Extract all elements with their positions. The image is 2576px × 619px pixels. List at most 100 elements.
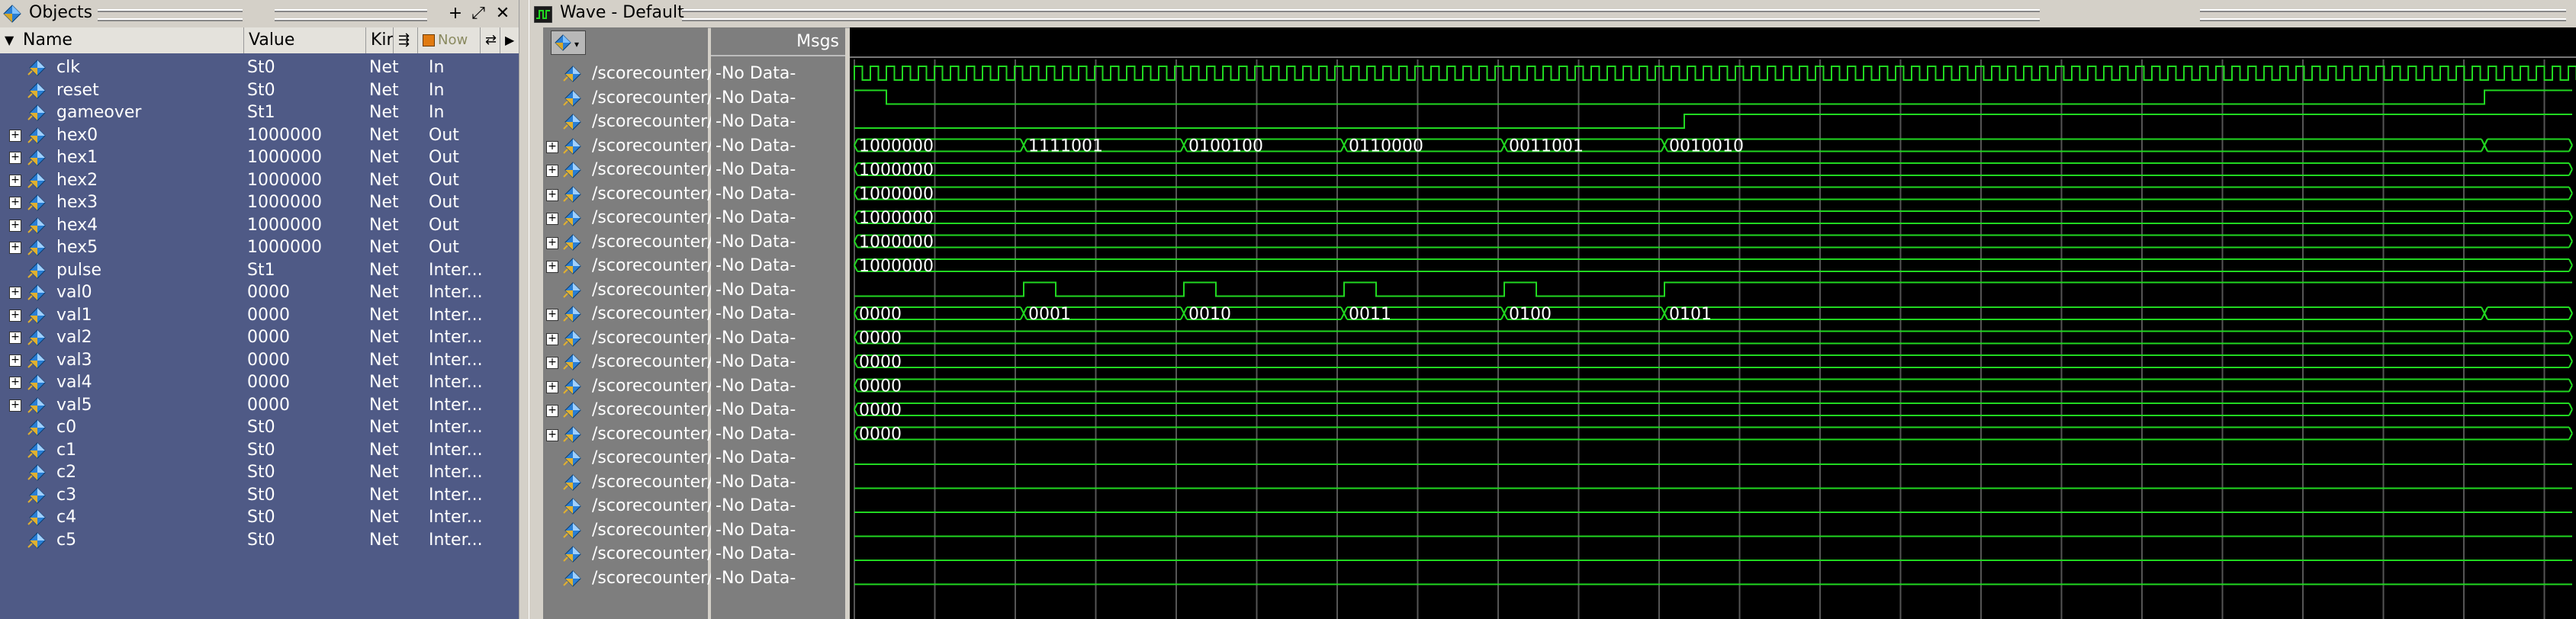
object-row-val1[interactable]: + val1 0000 Net Inter... [0, 304, 519, 326]
wave-signal-row[interactable]: +/scorecounter/h... [543, 182, 740, 206]
object-row-val4[interactable]: + val4 0000 Net Inter... [0, 371, 519, 393]
object-row-clk[interactable]: clk St0 Net In [0, 56, 519, 79]
wave-signal-row[interactable]: +/scorecounter/h... [543, 254, 740, 277]
titlebar-grip-right[interactable] [275, 9, 427, 21]
scroll-right-icon[interactable]: ▶ [500, 27, 519, 53]
expand-icon[interactable]: + [9, 309, 21, 322]
object-row-c1[interactable]: c1 St0 Net Inter... [0, 439, 519, 461]
object-row-c4[interactable]: c4 St0 Net Inter... [0, 506, 519, 528]
expand-icon[interactable]: + [546, 236, 558, 249]
column-name[interactable]: ▼ Name [0, 27, 244, 53]
wave-titlebar-grip-right[interactable] [2200, 9, 2566, 21]
object-row-val2[interactable]: + val2 0000 Net Inter... [0, 326, 519, 348]
objects-pane: Objects + ⤢ ✕ ▼ Name Value Kir ⇶ Now ⇄ ▶… [0, 0, 519, 619]
wave-signal-msg: -No Data- [716, 136, 796, 156]
wave-signal-row[interactable]: /scorecounter/c1 [543, 470, 733, 494]
expand-icon[interactable]: + [546, 380, 558, 393]
object-row-c2[interactable]: c2 St0 Net Inter... [0, 461, 519, 483]
object-row-hex4[interactable]: + hex4 1000000 Net Out [0, 214, 519, 236]
expand-icon[interactable]: + [546, 357, 558, 369]
expand-icon[interactable]: + [9, 129, 21, 142]
wave-signal-row[interactable]: +/scorecounter/v... [543, 374, 738, 398]
object-mode: Inter... [429, 440, 483, 460]
expand-icon[interactable]: + [546, 428, 558, 441]
add-button[interactable]: + [445, 5, 465, 23]
wave-signal-row[interactable]: +/scorecounter/v... [543, 326, 738, 350]
expand-icon[interactable]: + [9, 377, 21, 389]
object-row-c0[interactable]: c0 St0 Net Inter... [0, 416, 519, 438]
filter-now-button[interactable]: Now [418, 27, 481, 53]
column-value[interactable]: Value [244, 27, 366, 53]
wave-signal-row[interactable]: +/scorecounter/v... [543, 302, 738, 326]
wave-titlebar-grip[interactable] [682, 9, 2040, 21]
wave-signal-row[interactable]: /scorecounter/r... [543, 86, 735, 110]
pane-splitter[interactable] [519, 0, 529, 619]
wave-signal-row[interactable]: +/scorecounter/h... [543, 206, 740, 229]
expand-icon[interactable]: + [546, 140, 558, 153]
expand-icon[interactable]: + [9, 399, 21, 412]
expand-icon[interactable]: + [9, 197, 21, 209]
object-row-hex2[interactable]: + hex2 1000000 Net Out [0, 169, 519, 191]
expand-icon[interactable]: + [546, 309, 558, 321]
wave-signal-row[interactable]: +/scorecounter/v... [543, 350, 738, 374]
wave-hex-value-label: 1000000 [859, 185, 934, 204]
waveform-canvas[interactable]: 1000000 1111001 0100100 0110000 0011001 00100… [850, 27, 2576, 619]
object-row-c3[interactable]: c3 St0 Net Inter... [0, 484, 519, 506]
expand-icon[interactable]: + [546, 188, 558, 201]
undock-button[interactable]: ⤢ [468, 5, 488, 23]
wave-val-value-label: 0000 [859, 329, 902, 348]
wave-signal-row[interactable]: /scorecounter/c4 [543, 542, 733, 566]
titlebar-grip[interactable] [98, 9, 243, 21]
expand-icon[interactable]: + [9, 354, 21, 367]
expand-icon[interactable]: + [9, 174, 21, 187]
object-value: St0 [247, 440, 275, 460]
wave-signal-row[interactable]: /scorecounter/c0 [543, 446, 733, 470]
wave-signal-row[interactable]: /scorecounter/p... [543, 278, 740, 302]
wave-signal-row[interactable]: +/scorecounter/h... [543, 158, 740, 181]
wave-val0-value-label: 0000 [859, 305, 902, 324]
wave-select-button[interactable]: ▾ [551, 30, 586, 55]
wave-signal-msg: -No Data- [716, 496, 796, 515]
expand-icon[interactable]: + [546, 165, 558, 177]
object-row-hex3[interactable]: + hex3 1000000 Net Out [0, 191, 519, 213]
expand-icon[interactable]: + [9, 332, 21, 344]
waveform-area[interactable]: 1000000 1111001 0100100 0110000 0011001 00100… [850, 27, 2576, 619]
object-name: clk [56, 58, 80, 77]
wave-signal-row[interactable]: +/scorecounter/h... [543, 134, 740, 158]
object-row-val5[interactable]: + val5 0000 Net Inter... [0, 394, 519, 416]
object-row-val3[interactable]: + val3 0000 Net Inter... [0, 349, 519, 371]
wave-titlebar: Wave - Default [529, 0, 2576, 28]
filter-options-icon[interactable]: ⇄ [481, 27, 500, 53]
expand-icon[interactable]: + [546, 261, 558, 273]
expand-icon[interactable]: + [546, 332, 558, 345]
object-row-hex5[interactable]: + hex5 1000000 Net Out [0, 236, 519, 258]
wave-signal-row[interactable]: +/scorecounter/v... [543, 398, 738, 422]
wave-signal-row[interactable]: /scorecounter/clk [543, 62, 737, 85]
filter-input-icon[interactable]: ⇶ [394, 27, 418, 53]
object-row-c5[interactable]: c5 St0 Net Inter... [0, 529, 519, 551]
expand-icon[interactable]: + [546, 405, 558, 417]
wave-signal-row[interactable]: /scorecounter/c5 [543, 566, 733, 590]
wave-signal-row[interactable]: /scorecounter/g... [543, 110, 740, 133]
object-value: 0000 [247, 395, 290, 415]
expand-icon[interactable]: + [9, 287, 21, 299]
expand-icon[interactable]: + [9, 219, 21, 232]
object-row-gameover[interactable]: gameover St1 Net In [0, 101, 519, 123]
expand-icon[interactable]: + [9, 152, 21, 164]
object-row-reset[interactable]: reset St0 Net In [0, 79, 519, 101]
object-row-hex1[interactable]: + hex1 1000000 Net Out [0, 146, 519, 168]
wave-signal-row[interactable]: +/scorecounter/v... [543, 422, 738, 446]
object-row-pulse[interactable]: pulse St1 Net Inter... [0, 259, 519, 281]
object-row-hex0[interactable]: + hex0 1000000 Net Out [0, 124, 519, 146]
signal-diamond-icon [27, 509, 46, 526]
object-row-val0[interactable]: + val0 0000 Net Inter... [0, 281, 519, 303]
close-button[interactable]: ✕ [493, 5, 513, 23]
expand-icon[interactable]: + [546, 213, 558, 225]
expand-icon[interactable]: + [9, 242, 21, 254]
column-kind[interactable]: Kir [366, 27, 394, 53]
signal-diamond-icon [563, 185, 581, 203]
wave-signal-row[interactable]: /scorecounter/c3 [543, 518, 733, 542]
object-mode: Inter... [429, 463, 483, 482]
wave-signal-row[interactable]: /scorecounter/c2 [543, 494, 733, 518]
wave-signal-row[interactable]: +/scorecounter/h... [543, 230, 740, 254]
